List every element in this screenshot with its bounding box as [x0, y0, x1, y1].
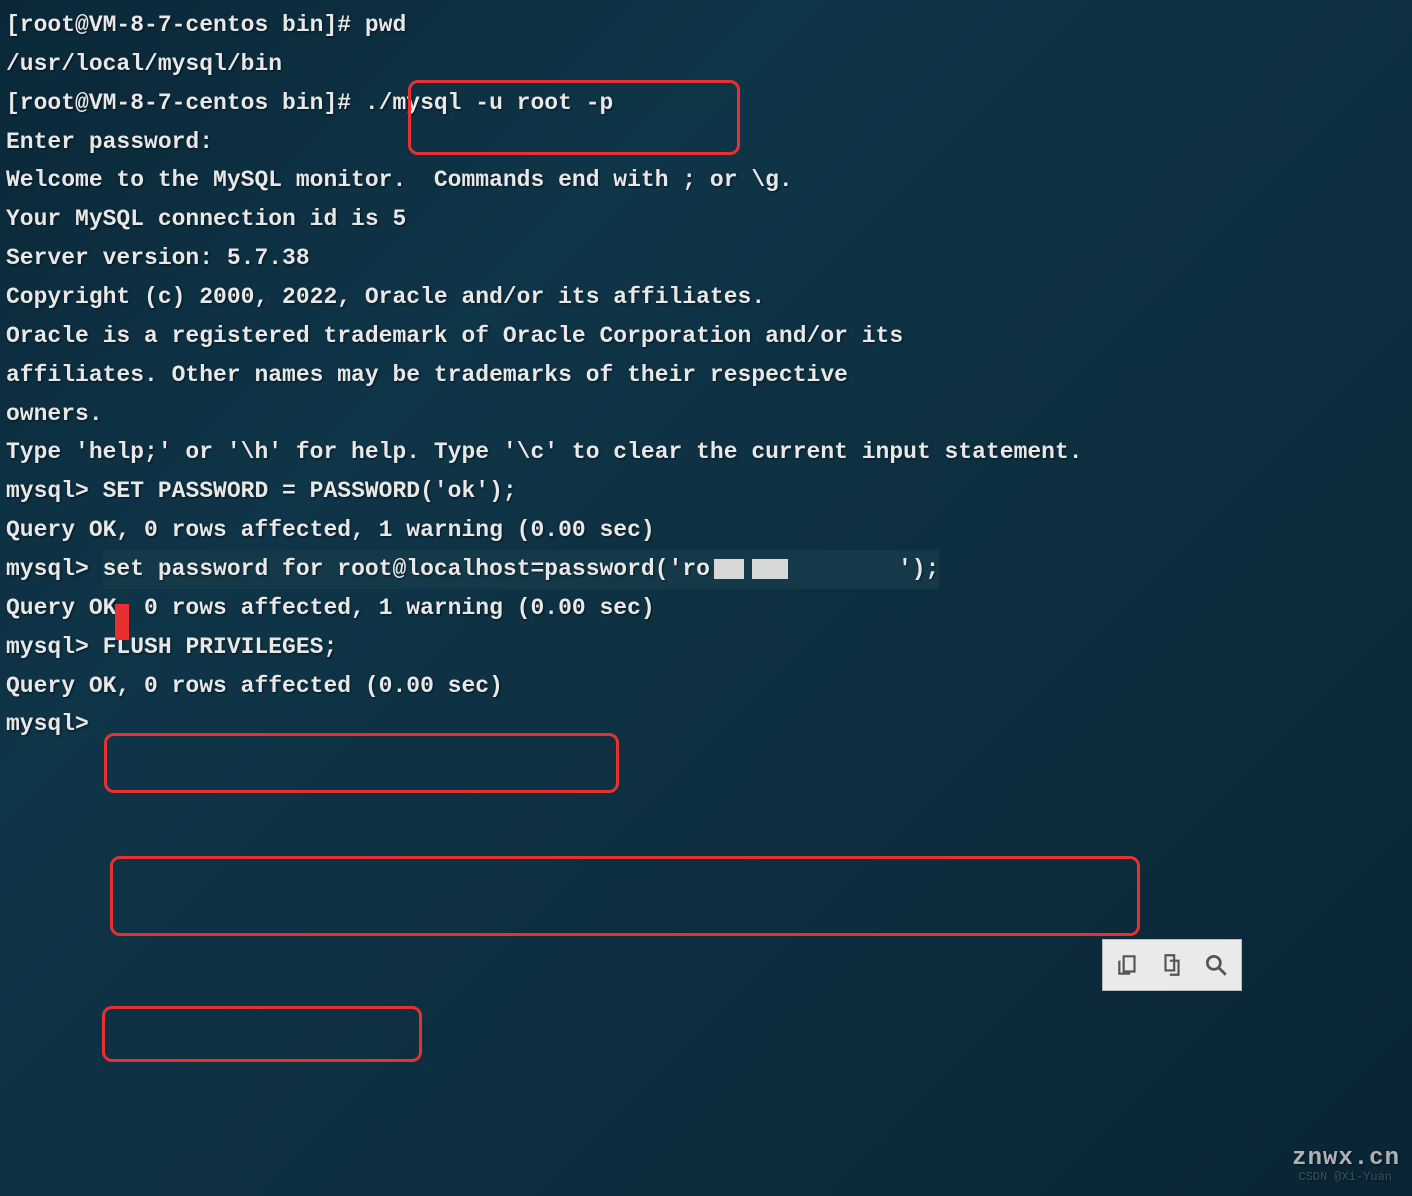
- search-icon[interactable]: [1195, 944, 1237, 986]
- redacted-block: [752, 559, 788, 579]
- terminal-output: Oracle is a registered trademark of Orac…: [6, 317, 1406, 356]
- terminal-line: [root@VM-8-7-centos bin]# ./mysql -u roo…: [6, 84, 1406, 123]
- command-flush-privileges: FLUSH PRIVILEGES;: [103, 634, 338, 660]
- terminal-output: Welcome to the MySQL monitor. Commands e…: [6, 161, 1406, 200]
- watermark-csdn: CSDN @Xi-Yuan: [1298, 1170, 1392, 1186]
- terminal-output: owners.: [6, 395, 1406, 434]
- terminal-output: Query OK, 0 rows affected (0.00 sec): [6, 667, 1406, 706]
- terminal-output: Your MySQL connection id is 5: [6, 200, 1406, 239]
- command-set-password: SET PASSWORD = PASSWORD('ok');: [103, 478, 517, 504]
- terminal-line: [root@VM-8-7-centos bin]# pwd: [6, 6, 1406, 45]
- paste-icon[interactable]: [1151, 944, 1193, 986]
- terminal-line: mysql> SET PASSWORD = PASSWORD('ok');: [6, 472, 1406, 511]
- mysql-prompt: mysql>: [6, 478, 103, 504]
- annotation-box-set-password-for: [110, 856, 1140, 936]
- terminal-line: mysql> FLUSH PRIVILEGES;: [6, 628, 1406, 667]
- command-mysql-login: ./mysql -u root -p: [365, 90, 613, 116]
- annotation-cursor-mark: [115, 604, 129, 640]
- terminal-output: Enter password:: [6, 123, 1406, 162]
- terminal-output: Copyright (c) 2000, 2022, Oracle and/or …: [6, 278, 1406, 317]
- shell-prompt: [root@VM-8-7-centos bin]#: [6, 12, 365, 38]
- mysql-prompt: mysql>: [6, 711, 103, 737]
- copy-icon[interactable]: [1107, 944, 1149, 986]
- annotation-box-flush-privileges: [102, 1006, 422, 1062]
- floating-toolbar: [1102, 939, 1242, 991]
- terminal-output: Server version: 5.7.38: [6, 239, 1406, 278]
- redacted-block: [714, 559, 744, 579]
- terminal-line[interactable]: mysql>: [6, 705, 1406, 744]
- terminal-line: mysql> set password for root@localhost=p…: [6, 550, 1406, 589]
- terminal-output: Query OK, 0 rows affected, 1 warning (0.…: [6, 511, 1406, 550]
- terminal-output: /usr/local/mysql/bin: [6, 45, 1406, 84]
- command-set-password-for: set password for root@localhost=password…: [103, 550, 940, 589]
- command-pwd: pwd: [365, 12, 406, 38]
- terminal-output: affiliates. Other names may be trademark…: [6, 356, 1406, 395]
- mysql-prompt: mysql>: [6, 556, 103, 582]
- mysql-prompt: mysql>: [6, 634, 103, 660]
- terminal-output: Query OK, 0 rows affected, 1 warning (0.…: [6, 589, 1406, 628]
- shell-prompt: [root@VM-8-7-centos bin]#: [6, 90, 365, 116]
- terminal-output: Type 'help;' or '\h' for help. Type '\c'…: [6, 433, 1406, 472]
